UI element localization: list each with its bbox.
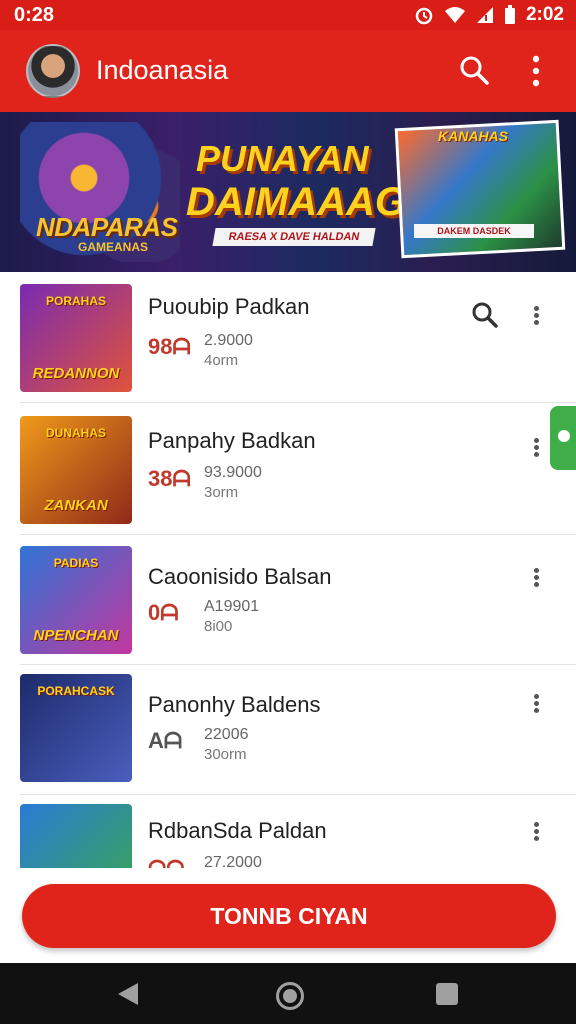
more-vert-icon[interactable] bbox=[526, 566, 546, 594]
side-tab-handle[interactable] bbox=[550, 406, 576, 470]
wifi-icon bbox=[444, 7, 465, 23]
battery-icon bbox=[504, 5, 515, 24]
thumb-top-label: PORAHCASK bbox=[37, 684, 115, 698]
game-title: Puoubip Padkan bbox=[148, 294, 310, 319]
banner-card-subtitle: DAKEM DASDEK bbox=[414, 224, 534, 238]
signal-icon bbox=[476, 7, 493, 23]
banner-left-subtitle: GAMEANAS bbox=[78, 240, 149, 254]
banner-subtitle: RAESA X DAVE HALDAN bbox=[212, 228, 376, 246]
stat-icon: ᗩᗩ bbox=[148, 856, 185, 868]
status-bar: 0:28 2:02 bbox=[0, 0, 576, 30]
home-icon[interactable] bbox=[276, 982, 304, 1010]
more-vert-icon[interactable] bbox=[526, 692, 546, 720]
thumb-top-label: DUNAHAS bbox=[46, 426, 106, 440]
status-clock-right: 2:02 bbox=[525, 4, 564, 25]
status-icons: 2:02 bbox=[414, 4, 564, 26]
thumb-label: ZANKAN bbox=[44, 497, 108, 514]
list-item[interactable]: PORAHCASK Panonhy Baldens Aᗩ 22006 30orm bbox=[20, 664, 576, 795]
thumb-top-label: PADIAS bbox=[53, 556, 99, 570]
stat-value: 22006 bbox=[204, 726, 249, 743]
alarm-icon bbox=[415, 7, 433, 25]
more-vert-icon[interactable] bbox=[526, 820, 546, 848]
list-item[interactable]: PORAHAS REDANNON Puoubip Padkan 98ᗩ 2.90… bbox=[20, 272, 576, 403]
stat-icon: Aᗩ bbox=[148, 728, 183, 753]
game-title: RdbanSda Paldan bbox=[148, 818, 327, 843]
recent-apps-icon[interactable] bbox=[436, 983, 458, 1005]
more-vert-icon[interactable] bbox=[524, 54, 548, 88]
game-thumbnail bbox=[20, 804, 132, 868]
list-item[interactable]: DUNAHAS ZANKAN Panpahy Badkan 38ᗩ 93.900… bbox=[20, 404, 576, 535]
game-thumbnail: PADIAS NPENCHAN bbox=[20, 546, 132, 654]
thumb-label: REDANNON bbox=[32, 365, 120, 382]
game-thumbnail: PORAHAS REDANNON bbox=[20, 284, 132, 392]
app-title: Indoanasia bbox=[96, 55, 229, 85]
search-icon[interactable] bbox=[470, 300, 500, 330]
back-icon[interactable] bbox=[118, 983, 138, 1005]
app-bar: Indoanasia bbox=[0, 30, 576, 112]
avatar[interactable] bbox=[26, 44, 80, 98]
stat-icon: 38ᗩ bbox=[148, 466, 191, 491]
thumb-top-label: PORAHAS bbox=[45, 294, 106, 308]
stat-value: 27.2000 bbox=[204, 854, 262, 868]
banner-left-title: NDAPARAS bbox=[36, 212, 178, 242]
stat-value: A19901 bbox=[204, 598, 260, 615]
banner-title-line2: DAIMAAAG bbox=[186, 180, 406, 224]
stat-value: 2.9000 bbox=[204, 332, 253, 349]
stat-sub: 30orm bbox=[204, 746, 247, 763]
promo-banner[interactable]: NDAPARAS GAMEANAS PUNAYAN DAIMAAAG RAESA… bbox=[0, 112, 576, 272]
game-title: Caoonisido Balsan bbox=[148, 564, 332, 589]
primary-action-button[interactable]: TONNB CIYAN bbox=[22, 884, 556, 948]
more-vert-icon[interactable] bbox=[526, 304, 546, 332]
stat-icon: 0ᗩ bbox=[148, 600, 179, 625]
stat-sub: 3orm bbox=[204, 484, 239, 501]
game-list: PORAHAS REDANNON Puoubip Padkan 98ᗩ 2.90… bbox=[0, 272, 576, 868]
game-thumbnail: DUNAHAS ZANKAN bbox=[20, 416, 132, 524]
circle-icon bbox=[558, 430, 570, 442]
thumb-label: NPENCHAN bbox=[33, 627, 119, 644]
game-title: Panpahy Badkan bbox=[148, 428, 316, 453]
system-nav-bar bbox=[0, 963, 576, 1024]
list-item[interactable]: RdbanSda Paldan ᗩᗩ 27.2000 bbox=[20, 794, 576, 868]
banner-card-title: KANAHAS bbox=[438, 128, 508, 144]
search-icon[interactable] bbox=[458, 54, 490, 86]
more-vert-icon[interactable] bbox=[526, 436, 546, 464]
banner-title-line1: PUNAYAN bbox=[196, 138, 369, 179]
list-item[interactable]: PADIAS NPENCHAN Caoonisido Balsan 0ᗩ A19… bbox=[20, 534, 576, 665]
status-time: 0:28 bbox=[14, 4, 55, 26]
stat-icon: 98ᗩ bbox=[148, 334, 191, 359]
stat-sub: 8i00 bbox=[204, 618, 233, 635]
cta-container: TONNB CIYAN bbox=[0, 868, 576, 963]
stat-sub: 4orm bbox=[204, 352, 239, 369]
game-thumbnail: PORAHCASK bbox=[20, 674, 132, 782]
game-title: Panonhy Baldens bbox=[148, 692, 321, 717]
stat-value: 93.9000 bbox=[204, 464, 262, 481]
